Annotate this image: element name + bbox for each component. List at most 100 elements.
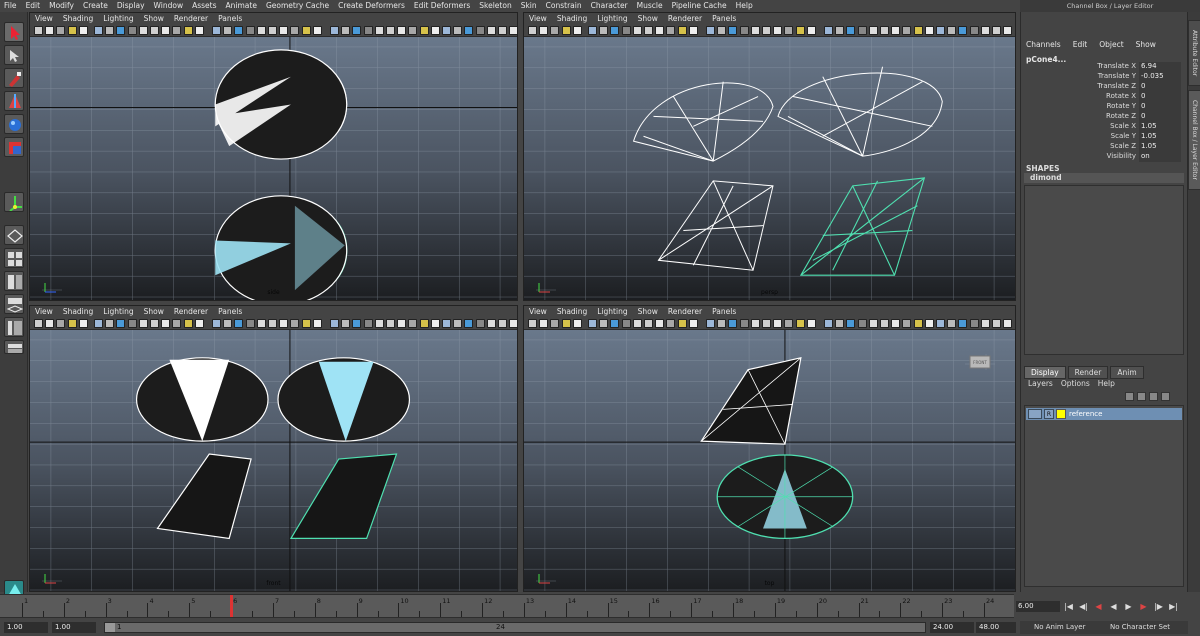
viewport-tool-icon[interactable] [67,319,77,328]
new-layer-selected-icon[interactable] [1137,392,1146,401]
viewport-menu-renderer[interactable]: Renderer [174,307,208,316]
viewport-tool-icon[interactable] [902,319,912,328]
attribute-row[interactable]: Translate Y -0.035 [1024,72,1184,82]
layer-visibility-toggle[interactable] [1028,409,1042,419]
viewport-menu-shading[interactable]: Shading [557,14,587,23]
viewport-tool-icon[interactable] [453,26,463,35]
viewport-tool-icon[interactable] [498,26,507,35]
viewport-tool-icon[interactable] [913,26,923,35]
attribute-row[interactable]: Translate X 6.94 [1024,62,1184,72]
step-back-icon[interactable]: ◀| [1077,600,1090,613]
viewport-tool-icon[interactable] [223,319,233,328]
menu-file[interactable]: File [4,1,17,10]
menu-assets[interactable]: Assets [192,1,216,10]
viewport-tool-icon[interactable] [486,26,496,35]
viewport-tool-icon[interactable] [610,26,620,35]
viewport-tool-icon[interactable] [891,319,901,328]
view-cube-icon[interactable]: FRONT [965,354,995,370]
viewport-menu-lighting[interactable]: Lighting [103,307,133,316]
attribute-row[interactable]: Rotate X0 [1024,92,1184,102]
viewport-tool-icon[interactable] [588,319,597,328]
viewport-tool-icon[interactable] [408,26,418,35]
viewport-tool-icon[interactable] [688,26,698,35]
viewport-tool-icon[interactable] [56,26,66,35]
viewport-tool-icon[interactable] [947,26,957,35]
viewport-tool-icon[interactable] [784,26,794,35]
viewport-tool-icon[interactable] [666,26,676,35]
viewport-tool-icon[interactable] [1003,319,1013,328]
viewport-menu-view[interactable]: View [35,14,53,23]
viewport-tool-icon[interactable] [880,319,889,328]
viewport-tool-icon[interactable] [453,319,463,328]
rotate-tool-icon[interactable] [4,114,24,134]
go-to-end-icon[interactable]: ▶| [1167,600,1180,613]
viewport-tool-icon[interactable] [172,26,182,35]
viewport-tool-icon[interactable] [301,26,311,35]
viewport-tool-icon[interactable] [290,26,300,35]
tab-attribute-editor[interactable]: Attribute Editor [1188,20,1200,86]
viewport-menu-renderer[interactable]: Renderer [668,14,702,23]
paint-select-tool-icon[interactable] [4,68,24,88]
menu-help[interactable]: Help [736,1,753,10]
viewport-tool-icon[interactable] [717,26,727,35]
viewport-tool-icon[interactable] [644,319,653,328]
viewport-tool-icon[interactable] [150,319,159,328]
viewport-menu-lighting[interactable]: Lighting [597,307,627,316]
side-by-side-layout-icon[interactable] [4,271,24,291]
viewport-tool-icon[interactable] [992,319,1001,328]
viewport-tool-icon[interactable] [539,26,549,35]
viewport-tool-icon[interactable] [397,319,407,328]
select-tool-icon[interactable] [4,22,24,42]
viewport-menu-view[interactable]: View [35,307,53,316]
viewport-menu-view[interactable]: View [529,14,547,23]
viewport-tool-icon[interactable] [762,319,771,328]
viewport-menu-renderer[interactable]: Renderer [174,14,208,23]
playback-end-field[interactable]: 24.00 [930,622,974,633]
viewport-tool-icon[interactable] [256,319,266,328]
viewport-tool-icon[interactable] [632,319,642,328]
play-backwards-icon[interactable]: ◀ [1107,600,1120,613]
viewport-tool-icon[interactable] [105,319,115,328]
viewport-tool-icon[interactable] [386,26,395,35]
viewport-top[interactable]: View Shading Lighting Show Renderer Panels FR… [523,305,1016,592]
viewport-tool-icon[interactable] [397,26,407,35]
viewport-menu-show[interactable]: Show [638,307,658,316]
layer-menu-options[interactable]: Options [1061,379,1090,388]
viewport-scene[interactable]: side [30,37,517,300]
viewport-tool-icon[interactable] [924,319,934,328]
viewport-tool-icon[interactable] [374,26,384,35]
step-forward-key-icon[interactable]: ▶ [1137,600,1150,613]
diamond-wireframe[interactable] [700,357,802,445]
viewport-tool-icon[interactable] [572,26,582,35]
viewport-scene[interactable]: persp [524,37,1015,300]
viewport-tool-icon[interactable] [161,319,171,328]
persp-graph-layout-icon[interactable] [4,294,24,314]
viewport-scene[interactable]: front [30,330,517,591]
viewport-tool-icon[interactable] [572,319,582,328]
end-time-field[interactable]: 48.00 [976,622,1016,633]
viewport-tool-icon[interactable] [706,319,715,328]
range-slider[interactable]: 1 24 [104,622,926,633]
four-pane-layout-icon[interactable] [4,248,24,268]
menu-constrain[interactable]: Constrain [546,1,582,10]
manipulator-tool-icon[interactable] [4,192,24,212]
viewport-persp[interactable]: View Shading Lighting Show Renderer Panels p [523,12,1016,301]
viewport-tool-icon[interactable] [234,26,244,35]
viewport-tool-icon[interactable] [610,319,620,328]
viewport-tool-icon[interactable] [330,319,339,328]
move-tool-icon[interactable] [4,91,24,111]
viewport-tool-icon[interactable] [528,26,537,35]
viewport-tool-icon[interactable] [666,319,676,328]
attribute-row[interactable]: Scale Z 1.05 [1024,142,1184,152]
diamond-wireframe[interactable] [135,357,269,540]
menu-geometry-cache[interactable]: Geometry Cache [266,1,329,10]
viewport-tool-icon[interactable] [78,319,88,328]
tab-render[interactable]: Render [1067,366,1109,379]
viewport-menu-show[interactable]: Show [144,307,164,316]
viewport-tool-icon[interactable] [498,319,507,328]
attribute-value[interactable]: 1.05 [1139,142,1181,152]
viewport-tool-icon[interactable] [846,26,856,35]
single-pane-layout-icon[interactable] [4,225,24,245]
viewport-tool-icon[interactable] [835,319,845,328]
viewport-tool-icon[interactable] [773,319,783,328]
